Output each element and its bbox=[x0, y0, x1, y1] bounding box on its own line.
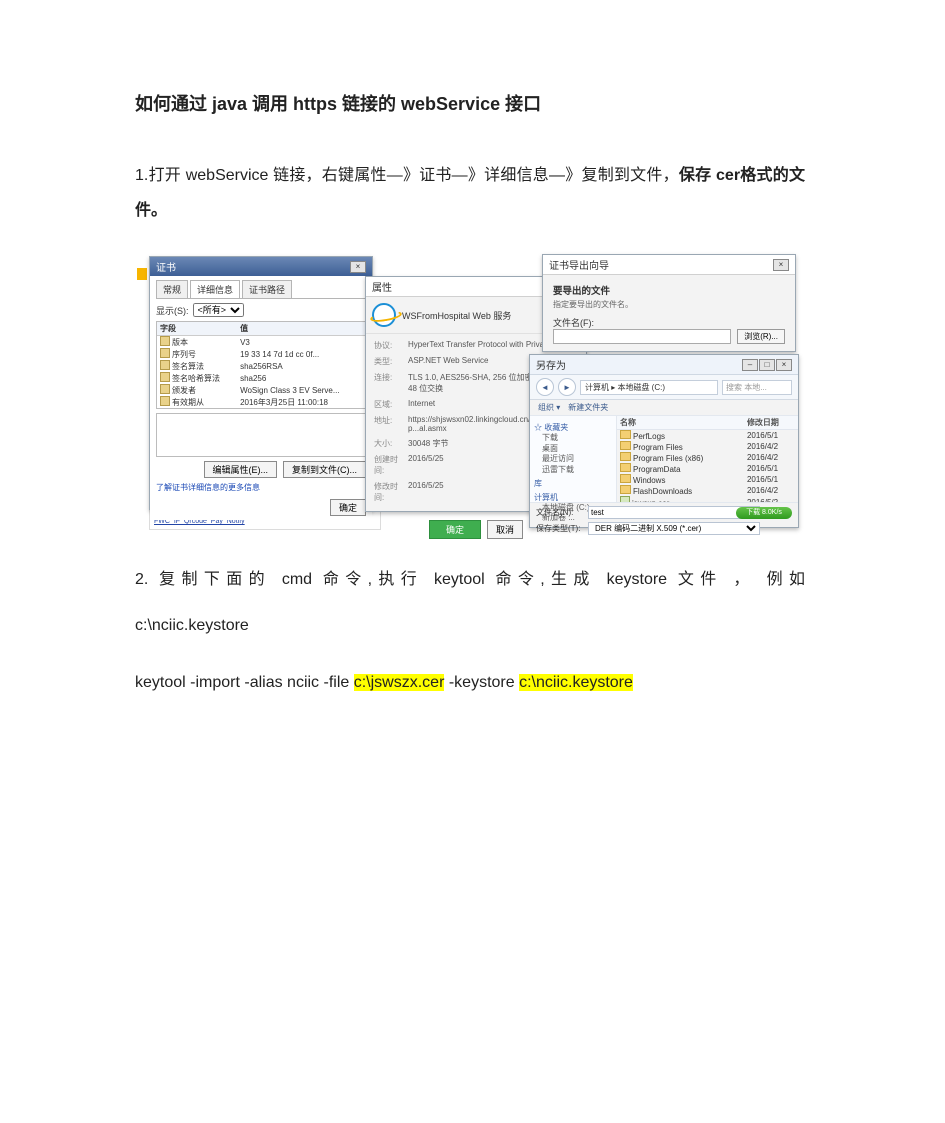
filename-label: 文件名(F): bbox=[553, 316, 785, 329]
nav-pc[interactable]: 计算机 bbox=[534, 492, 612, 503]
file-row[interactable]: Windows2016/5/1 bbox=[617, 474, 798, 485]
cmd-mid: -keystore bbox=[444, 674, 519, 691]
file-list[interactable]: 名称 修改日期 PerfLogs2016/5/1Program Files201… bbox=[617, 416, 798, 502]
close-icon[interactable]: × bbox=[350, 261, 366, 273]
table-row[interactable]: 签名哈希算法sha256 bbox=[157, 372, 365, 384]
wizard-titlebar: 证书导出向导 × bbox=[543, 255, 795, 275]
table-row[interactable]: 签名算法sha256RSA bbox=[157, 360, 365, 372]
close-icon[interactable]: × bbox=[773, 259, 789, 271]
browse-button[interactable]: 浏览(R)... bbox=[737, 329, 785, 344]
close-icon[interactable]: × bbox=[776, 359, 792, 371]
file-row[interactable]: jswsxn.cer2016/5/2 bbox=[617, 496, 798, 502]
ok-button[interactable]: 确定 bbox=[429, 520, 481, 539]
step-2-cont: c:\nciic.keystore bbox=[135, 608, 805, 643]
breadcrumb[interactable]: 计算机 ▸ 本地磁盘 (C:) bbox=[580, 380, 718, 395]
file-row[interactable]: Program Files2016/4/2 bbox=[617, 441, 798, 452]
filetype-label: 保存类型(T): bbox=[536, 523, 588, 534]
copy-to-file-button[interactable]: 复制到文件(C)... bbox=[283, 461, 366, 478]
cancel-button[interactable]: 取消 bbox=[487, 520, 523, 539]
step-2-text: 2. 复制下面的 cmd 命令,执行 keytool 命令,生成 keystor… bbox=[135, 571, 805, 588]
marker bbox=[137, 268, 147, 280]
wizard-sub: 指定要导出的文件名。 bbox=[553, 299, 785, 310]
col-field: 字段 bbox=[157, 322, 237, 336]
keytool-command: keytool -import -alias nciic -file c:\js… bbox=[135, 665, 805, 700]
file-row[interactable]: FlashDownloads2016/4/2 bbox=[617, 485, 798, 496]
nav-tree[interactable]: ☆ 收藏夹 下载桌面最近访问迅雷下载 库 计算机 本地磁盘 (C:)新加卷 ..… bbox=[530, 416, 617, 502]
filename-input[interactable] bbox=[588, 506, 760, 519]
back-icon[interactable]: ◄ bbox=[536, 378, 554, 396]
maximize-icon[interactable]: □ bbox=[759, 359, 775, 371]
file-row[interactable]: Program Files (x86)2016/4/2 bbox=[617, 452, 798, 463]
file-row[interactable]: ProgramData2016/5/1 bbox=[617, 463, 798, 474]
properties-header: WSFromHospital Web 服务 bbox=[402, 309, 511, 322]
file-row[interactable]: PerfLogs2016/5/1 bbox=[617, 430, 798, 442]
cmd-keystore-path: c:\nciic.keystore bbox=[519, 674, 633, 691]
nav-item[interactable]: 迅雷下载 bbox=[542, 465, 612, 475]
export-wizard-window: 证书导出向导 × 要导出的文件 指定要导出的文件名。 文件名(F): 浏览(R)… bbox=[542, 254, 796, 352]
figure-screenshots: FWC_IF_Qrcode_Pay V2.13 : 下载支付 FWC_IF_Qr… bbox=[137, 250, 803, 530]
nav-item[interactable]: 最近访问 bbox=[542, 454, 612, 464]
ie-icon bbox=[372, 303, 396, 327]
edit-properties-button[interactable]: 编辑属性(E)... bbox=[204, 461, 278, 478]
properties-title: 属性 bbox=[372, 279, 392, 294]
show-label: 显示(S): bbox=[156, 304, 189, 317]
col-name[interactable]: 名称 bbox=[617, 416, 744, 430]
certificate-fields-table[interactable]: 字段 值 版本V3序列号19 33 14 7d 1d cc 0f...签名算法s… bbox=[156, 321, 366, 409]
doc-title: 如何通过 java 调用 https 链接的 webService 接口 bbox=[135, 90, 805, 116]
step-1-text: 1.打开 webService 链接，右键属性—》证书—》详细信息—》复制到文件… bbox=[135, 167, 679, 184]
table-row[interactable]: 序列号19 33 14 7d 1d cc 0f... bbox=[157, 348, 365, 360]
value-box bbox=[156, 413, 366, 457]
col-value: 值 bbox=[237, 322, 365, 336]
wizard-title: 证书导出向导 bbox=[549, 257, 609, 272]
cmd-cer-path: c:\jswszx.cer bbox=[354, 674, 445, 691]
more-info-link[interactable]: 了解证书详细信息的更多信息 bbox=[156, 482, 366, 493]
certificate-tabs[interactable]: 常规 详细信息 证书路径 bbox=[156, 280, 366, 299]
nav-item[interactable]: 桌面 bbox=[542, 444, 612, 454]
filename-label: 文件名(N): bbox=[536, 507, 588, 518]
nav-item[interactable]: 下载 bbox=[542, 433, 612, 443]
save-as-titlebar: 另存为 – □ × bbox=[530, 355, 798, 375]
forward-icon[interactable]: ► bbox=[558, 378, 576, 396]
tab-details[interactable]: 详细信息 bbox=[190, 280, 240, 298]
step-2: 2. 复制下面的 cmd 命令,执行 keytool 命令,生成 keystor… bbox=[135, 562, 805, 597]
wizard-heading: 要导出的文件 bbox=[553, 286, 610, 297]
new-folder-button[interactable]: 新建文件夹 bbox=[568, 402, 608, 413]
ok-button[interactable]: 确定 bbox=[330, 499, 366, 516]
show-select[interactable]: <所有> bbox=[193, 303, 244, 317]
minimize-icon[interactable]: – bbox=[742, 359, 758, 371]
nav-lib[interactable]: 库 bbox=[534, 478, 612, 489]
save-as-window: 另存为 – □ × ◄ ► 计算机 ▸ 本地磁盘 (C:) 搜索 本地... 组… bbox=[529, 354, 799, 528]
save-as-title: 另存为 bbox=[536, 357, 566, 372]
filename-input[interactable] bbox=[553, 329, 731, 344]
organize-menu[interactable]: 组织 ▾ bbox=[538, 402, 560, 413]
table-row[interactable]: 有效期从2016年3月25日 11:00:18 bbox=[157, 396, 365, 408]
col-date[interactable]: 修改日期 bbox=[744, 416, 798, 430]
table-row[interactable]: 到2017年3月25日 11:00:18 bbox=[157, 408, 365, 409]
certificate-window-titlebar: 证书 × bbox=[150, 257, 372, 276]
filetype-select[interactable]: DER 编码二进制 X.509 (*.cer) bbox=[588, 522, 760, 535]
tab-path[interactable]: 证书路径 bbox=[242, 280, 292, 298]
step-1: 1.打开 webService 链接，右键属性—》证书—》详细信息—》复制到文件… bbox=[135, 158, 805, 228]
cmd-prefix: keytool -import -alias nciic -file bbox=[135, 674, 354, 691]
search-input[interactable]: 搜索 本地... bbox=[722, 380, 792, 395]
tab-general[interactable]: 常规 bbox=[156, 280, 188, 298]
certificate-window: 证书 × 常规 详细信息 证书路径 显示(S): <所有> bbox=[149, 256, 373, 510]
table-row[interactable]: 版本V3 bbox=[157, 336, 365, 349]
table-row[interactable]: 颁发者WoSign Class 3 EV Serve... bbox=[157, 384, 365, 396]
download-toast: 下载 8.0K/s bbox=[736, 507, 792, 519]
certificate-window-title: 证书 bbox=[156, 259, 176, 274]
nav-fav[interactable]: ☆ 收藏夹 bbox=[534, 422, 612, 433]
